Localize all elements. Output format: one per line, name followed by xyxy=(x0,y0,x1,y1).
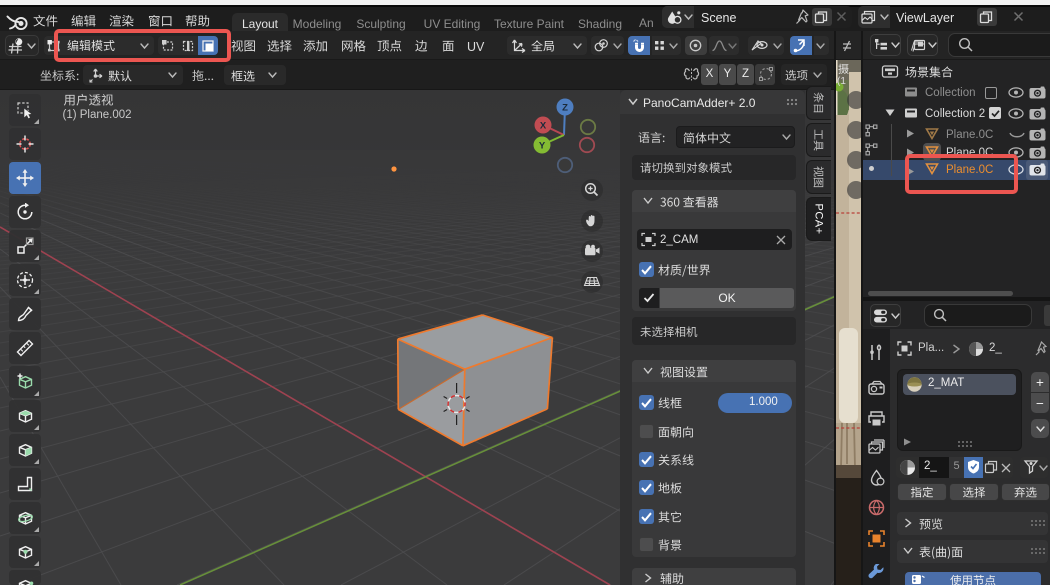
svg-text:Z: Z xyxy=(562,103,568,114)
svg-text:Y: Y xyxy=(539,141,546,152)
svg-text:X: X xyxy=(540,121,547,132)
